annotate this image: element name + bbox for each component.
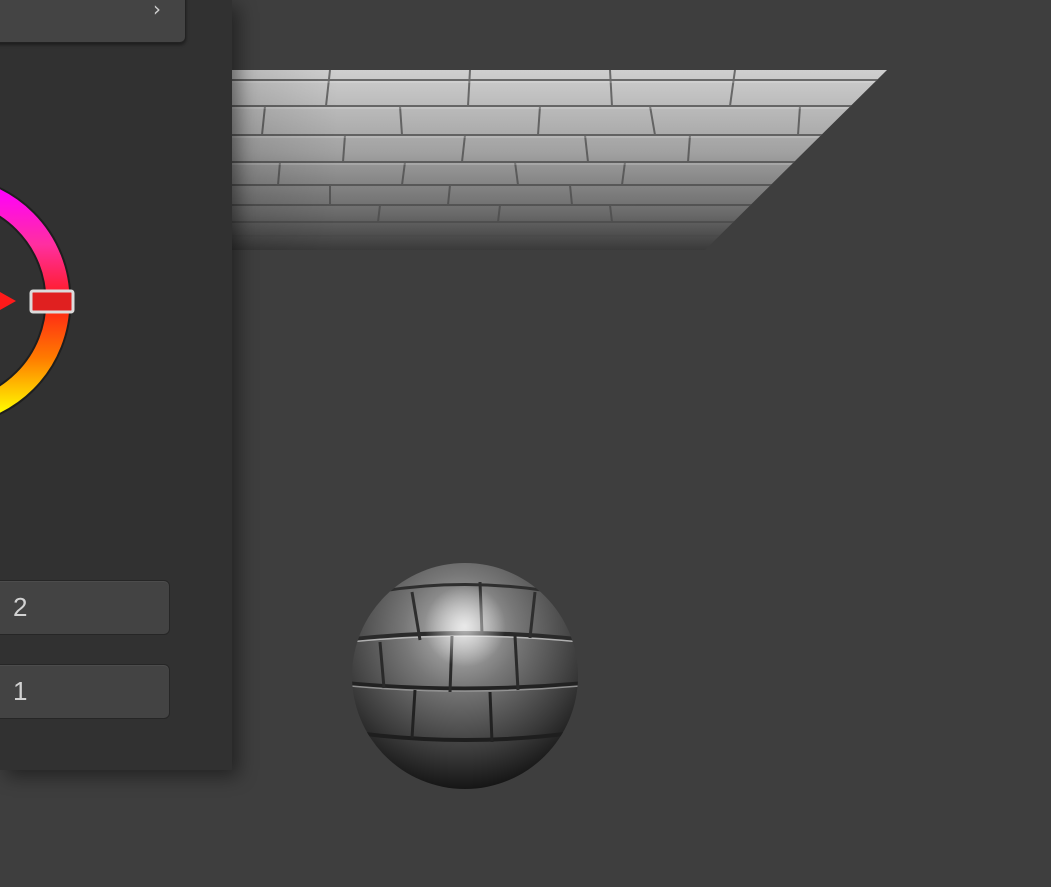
number-field-value: 2 <box>13 592 28 622</box>
number-field-2[interactable]: 2 <box>0 580 170 635</box>
hue-pointer-icon <box>0 292 16 310</box>
hue-wheel[interactable] <box>0 0 232 770</box>
brick-sphere <box>352 563 578 789</box>
number-field-1[interactable]: 1 <box>0 664 170 719</box>
number-field-value: 1 <box>13 676 28 706</box>
color-settings-panel: › 2 1 <box>0 0 232 770</box>
hue-handle[interactable] <box>29 289 75 314</box>
